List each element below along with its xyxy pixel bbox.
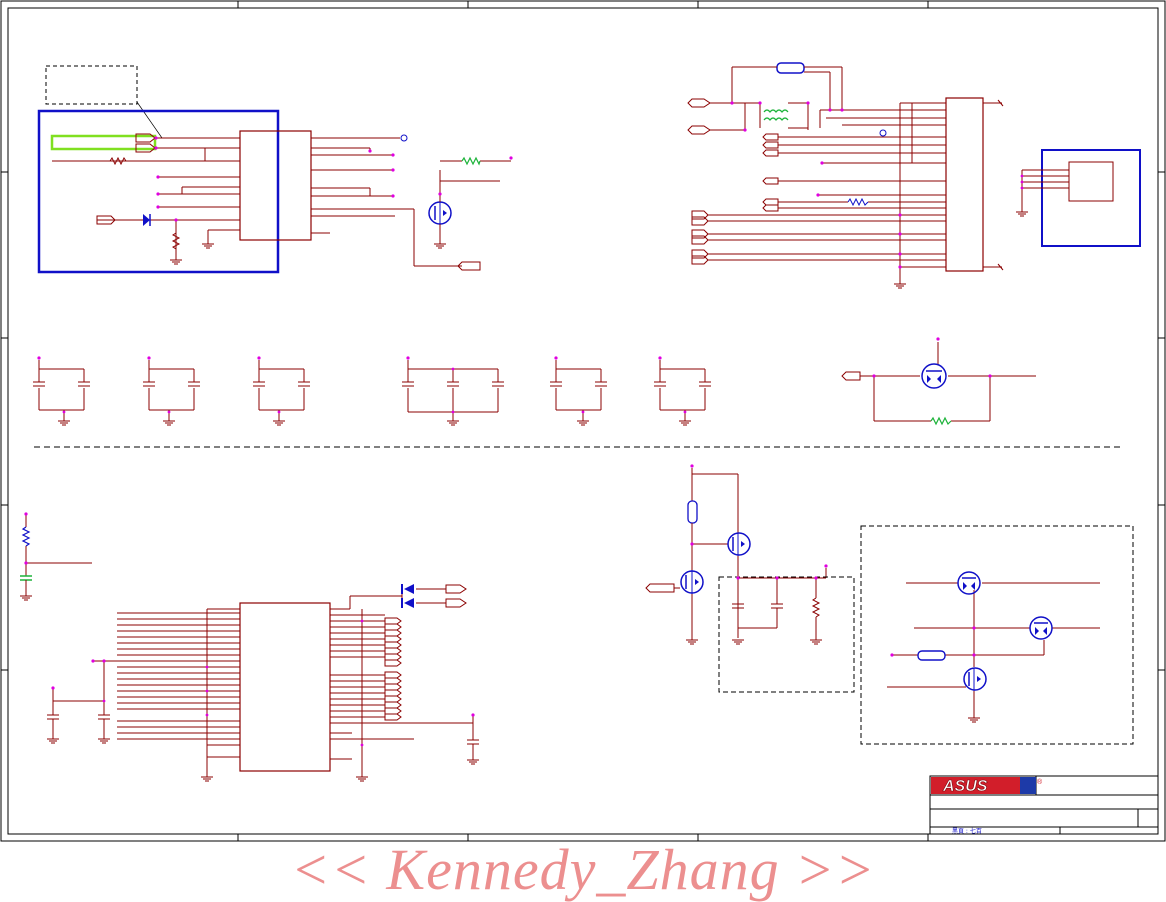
mosfet-symbol xyxy=(680,532,751,594)
cap-pair xyxy=(654,360,711,426)
svg-text:®: ® xyxy=(1037,778,1043,786)
schematic-sheet: ASUS ® 黑頁 : 七百 xyxy=(0,0,1166,842)
test-point xyxy=(879,129,887,137)
svg-text:ASUS: ASUS xyxy=(942,778,988,795)
test-point xyxy=(400,134,408,142)
ic-bottom-left xyxy=(47,584,479,782)
cap-pair xyxy=(33,360,90,426)
title-block-footer-text: 黑頁 : 七百 xyxy=(952,827,982,835)
mosfet-symbol xyxy=(428,156,511,249)
connector-block-far-right xyxy=(1016,149,1141,247)
cap-pair xyxy=(550,360,607,426)
diode-symbol xyxy=(143,214,151,226)
dual-diode-symbol xyxy=(401,584,414,608)
inductor-symbol xyxy=(763,109,789,121)
block-top-right xyxy=(687,62,1004,289)
ground-symbol xyxy=(170,243,214,265)
rc-bottom-left xyxy=(20,515,92,601)
cap-pair xyxy=(253,360,310,426)
mosfet-block-bottom-right xyxy=(860,525,1134,745)
block-top-left xyxy=(37,65,513,274)
capacitor-row xyxy=(33,360,711,426)
power-switch-bottom-middle xyxy=(645,468,855,693)
cap-pair xyxy=(143,360,200,426)
ic-top-left xyxy=(239,130,312,241)
note-box xyxy=(45,65,138,105)
asus-logo: ASUS ® xyxy=(931,777,1043,795)
fuse-symbol xyxy=(776,62,805,74)
mosfet-switch-mid-right xyxy=(841,337,1036,426)
connector-right xyxy=(945,97,984,272)
author-watermark: << Kennedy_Zhang >> xyxy=(290,837,876,902)
